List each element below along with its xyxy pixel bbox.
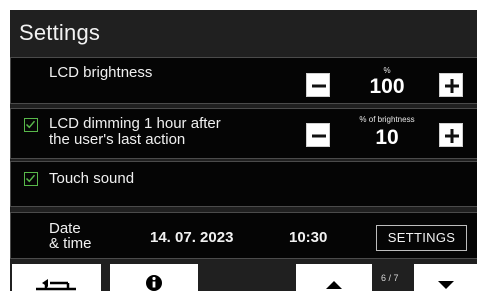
info-icon (146, 275, 162, 291)
page-title: Settings (19, 20, 101, 45)
lcd-dimming-label-line1: LCD dimming 1 hour after (49, 115, 221, 132)
arrow-down-icon (438, 281, 454, 289)
plus-icon (445, 79, 459, 93)
touch-sound-label: Touch sound (49, 170, 135, 187)
minus-icon (312, 134, 326, 138)
lcd-dimming-increase-button[interactable] (439, 123, 463, 147)
lcd-dimming-label-line2: the user's last action (49, 131, 186, 148)
date-value: 14. 07. 2023 (150, 229, 234, 246)
lcd-brightness-label: LCD brightness (49, 64, 153, 81)
arrow-up-icon (326, 281, 342, 289)
date-time-label-line2: & time (49, 235, 92, 252)
lcd-brightness-value: 100 (369, 75, 405, 98)
lcd-dimming-decrease-button[interactable] (306, 123, 330, 147)
time-value: 10:30 (289, 229, 328, 246)
plus-icon (445, 129, 459, 143)
scroll-up-button[interactable] (296, 264, 372, 291)
lcd-brightness-increase-button[interactable] (439, 73, 463, 97)
minus-icon (312, 84, 326, 88)
lcd-dimming-value: 10 (375, 126, 399, 149)
settings-screen: Settings LCD brightness % 100 LCD dimmin… (10, 10, 477, 291)
lcd-brightness-unit: % (383, 66, 391, 75)
scroll-down-button[interactable] (414, 264, 477, 291)
lcd-brightness-decrease-button[interactable] (306, 73, 330, 97)
lcd-dimming-checkbox[interactable] (24, 118, 38, 132)
touch-sound-row[interactable]: Touch sound (10, 161, 477, 207)
lcd-brightness-row: LCD brightness % 100 (10, 57, 477, 104)
touch-sound-checkbox[interactable] (24, 172, 38, 186)
check-icon (25, 120, 36, 129)
date-time-settings-button[interactable]: SETTINGS (376, 225, 467, 251)
return-arrow-icon (36, 279, 76, 291)
lcd-dimming-unit: % of brightness (359, 115, 415, 124)
lcd-dimming-row: LCD dimming 1 hour after the user's last… (10, 108, 477, 159)
back-button[interactable] (12, 264, 101, 291)
info-button[interactable] (110, 264, 198, 291)
check-icon (25, 174, 36, 183)
page-indicator: 6 / 7 (381, 273, 399, 283)
